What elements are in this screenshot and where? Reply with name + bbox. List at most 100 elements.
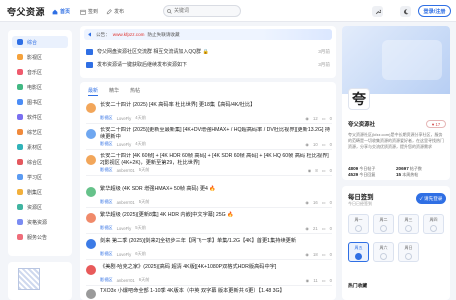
post-author[interactable]: anberrr01 — [117, 168, 135, 173]
sidebar-item-label: 综艺区 — [27, 129, 43, 136]
post-author[interactable]: anberrr01 — [117, 200, 135, 205]
site-logo[interactable]: 夸父资源 — [7, 5, 45, 18]
post-category[interactable]: 影视区 — [100, 251, 113, 257]
nav-publish[interactable]: 发布 — [106, 8, 124, 15]
post-category[interactable]: 影视区 — [100, 277, 113, 283]
day-label: 周三 — [404, 216, 413, 222]
comment-icon: ▭ — [321, 167, 326, 173]
post-title[interactable]: 长安二十四计 [4K 60帧] + [4K HDR 60帧 高码] + [4K … — [100, 153, 332, 167]
stat-label: 今日回复 — [359, 172, 376, 177]
user-avatar[interactable] — [86, 239, 96, 249]
sidebar-item-label: 综合区 — [27, 159, 43, 166]
category-icon — [17, 54, 23, 60]
post-author[interactable]: LoveFly — [117, 226, 132, 231]
user-avatar[interactable] — [86, 187, 96, 197]
post-category[interactable]: 影视区 — [100, 199, 113, 205]
signin-day-today[interactable]: 周五 — [348, 242, 369, 262]
post-time: 5天前 — [138, 167, 150, 172]
post-item[interactable]: 长安二十四计 (2025) [4K 高码率 杜比世界] 更18集【高码/4K/杜… — [86, 100, 332, 124]
post-author[interactable]: anberrr01 — [117, 278, 135, 283]
comment-icon: ▭ — [321, 141, 326, 147]
tab-hot[interactable]: 热帖 — [130, 87, 140, 96]
post-category[interactable]: 影视区 — [100, 225, 113, 231]
search-icon — [167, 9, 172, 14]
post-category[interactable]: 影视区 — [100, 115, 113, 121]
post-author[interactable]: LoveFly — [117, 252, 132, 257]
announcement-url[interactable]: www.kfpzz.com — [113, 32, 145, 37]
search-input[interactable] — [174, 6, 234, 16]
user-avatar[interactable] — [86, 265, 96, 275]
sidebar-item-13[interactable]: 服务公告 — [12, 231, 68, 243]
post-views: 16 — [313, 199, 318, 205]
signin-day[interactable]: 周一 — [348, 214, 369, 234]
notice-item-0[interactable]: 夸父网盘资源社区交流群 相互交流请加入QQ群 🔒 3月前 — [86, 47, 330, 56]
post-time: 6天前 — [135, 251, 146, 256]
sidebar-item-2[interactable]: 音乐区 — [12, 66, 68, 78]
sidebar-item-6[interactable]: 综艺区 — [12, 126, 68, 138]
nav-signin-label: 签到 — [88, 9, 99, 15]
post-item[interactable]: 长安二十四计 [4K 60帧] + [4K HDR 60帧 高码] + [4K … — [86, 152, 332, 176]
sidebar-item-8[interactable]: 综合区 — [12, 156, 68, 168]
sidebar-item-10[interactable]: 剧集区 — [12, 186, 68, 198]
sidebar-item-4[interactable]: 图书区 — [12, 96, 68, 108]
favorite-button[interactable]: ♥ 17 — [426, 120, 446, 128]
nav-home[interactable]: 首页 — [52, 8, 70, 15]
user-avatar[interactable] — [86, 213, 96, 223]
post-author[interactable]: LoveFly — [117, 116, 132, 121]
signin-day[interactable]: 周六 — [373, 242, 394, 262]
post-title[interactable]: 繁华超级 (4K SDR 增强HMAX+ 50帧 高码) 更4 🔥 — [100, 185, 332, 192]
post-author[interactable]: LoveFly — [117, 142, 132, 147]
sidebar-item-5[interactable]: 软件区 — [12, 111, 68, 123]
user-avatar[interactable] — [86, 129, 96, 139]
notice-tag-icon — [86, 61, 93, 68]
user-avatar[interactable] — [86, 289, 96, 299]
signin-day[interactable]: 周三 — [398, 214, 419, 234]
post-item[interactable]: 繁华超级 (4K SDR 增强HMAX+ 50帧 高码) 更4 🔥 影视区 anbe… — [86, 184, 332, 208]
search-box[interactable] — [163, 5, 241, 17]
post-item[interactable]: 《美剧·哈克之家》(2025)[高码 超清 4K版][4K+1080P双格式HD… — [86, 262, 332, 286]
post-stats: ◉ 16 ▭ 0 — [305, 200, 332, 205]
user-avatar[interactable] — [86, 155, 96, 165]
notice-item-1[interactable]: 发布资源请一键获取后继续发布资源如下 3月前 — [86, 60, 330, 69]
sidebar-item-11[interactable]: 资源区 — [12, 201, 68, 213]
post-views: 12 — [313, 115, 318, 121]
qr-code-image — [18, 268, 40, 290]
sidebar-item-9[interactable]: 学习区 — [12, 171, 68, 183]
post-title[interactable]: 长安二十四计 (2025) [4K 高码率 杜比世界] 更18集【高码/4K/杜… — [100, 101, 332, 108]
sidebar-item-7[interactable]: 素材区 — [12, 141, 68, 153]
tools-button[interactable] — [372, 6, 383, 17]
post-item[interactable]: 长安二十四计 (2025)[更新至最新集] [4K+DV增强HMAX+ / HQ… — [86, 126, 332, 150]
check-circle-icon — [355, 224, 362, 232]
post-title[interactable]: 繁华超级 (2025)[更新8集] 4K HDR 内嵌[中文字幕] 25G 🔥 — [100, 211, 332, 218]
post-title[interactable]: 剑来 第二季 (2025)[剑来2]全初步三年【网飞一季】单集/1.2G【4K】… — [100, 237, 332, 244]
post-views: 8 — [315, 167, 318, 173]
category-icon — [17, 219, 23, 225]
sidebar-item-1[interactable]: 影视区 — [12, 51, 68, 63]
post-title[interactable]: TXO3x 小爆吧命全部 1-10季 4K版本（中英 双字幕 版本更新共 6更）… — [100, 287, 332, 294]
tab-latest[interactable]: 最新 — [88, 87, 99, 96]
category-icon — [17, 204, 23, 210]
signin-day[interactable]: 周二 — [373, 214, 394, 234]
post-item[interactable]: TXO3x 小爆吧命全部 1-10季 4K版本（中英 双字幕 版本更新共 6更）… — [86, 286, 332, 300]
stat-label: 今日帖子 — [359, 166, 376, 171]
theme-toggle-button[interactable] — [400, 6, 411, 17]
sidebar-item-3[interactable]: 电影区 — [12, 81, 68, 93]
post-item[interactable]: 繁华超级 (2025)[更新8集] 4K HDR 内嵌[中文字幕] 25G 🔥 影… — [86, 210, 332, 234]
post-item[interactable]: 剑来 第二季 (2025)[剑来2]全初步三年【网飞一季】单集/1.2G【4K】… — [86, 236, 332, 260]
user-avatar[interactable] — [86, 103, 96, 113]
login-register-button[interactable]: 登录/注册 — [418, 5, 451, 17]
comment-icon: ▭ — [321, 225, 326, 231]
post-category[interactable]: 影视区 — [100, 141, 113, 147]
signin-button[interactable]: ✓ 请先登录 — [416, 193, 446, 204]
nav-signin[interactable]: 签到 — [80, 8, 98, 15]
signin-day[interactable]: 周日 — [398, 242, 419, 262]
post-title[interactable]: 《美剧·哈克之家》(2025)[高码 超清 4K版][4K+1080P双格式HD… — [100, 263, 332, 270]
sidebar-item-12[interactable]: 资格资源 — [12, 216, 68, 228]
post-title[interactable]: 长安二十四计 (2025)[更新至最新集] [4K+DV增强HMAX+ / HQ… — [100, 127, 332, 141]
signin-day[interactable]: 周四 — [423, 214, 444, 234]
check-circle-icon — [430, 224, 437, 232]
post-meta: 影视区 anberrr01 6天前 ◉ 11 ▭ 0 — [100, 277, 332, 283]
sidebar-item-0[interactable]: 综合 — [12, 36, 68, 48]
post-category[interactable]: 影视区 — [100, 167, 113, 173]
tab-featured[interactable]: 精华 — [109, 87, 119, 96]
